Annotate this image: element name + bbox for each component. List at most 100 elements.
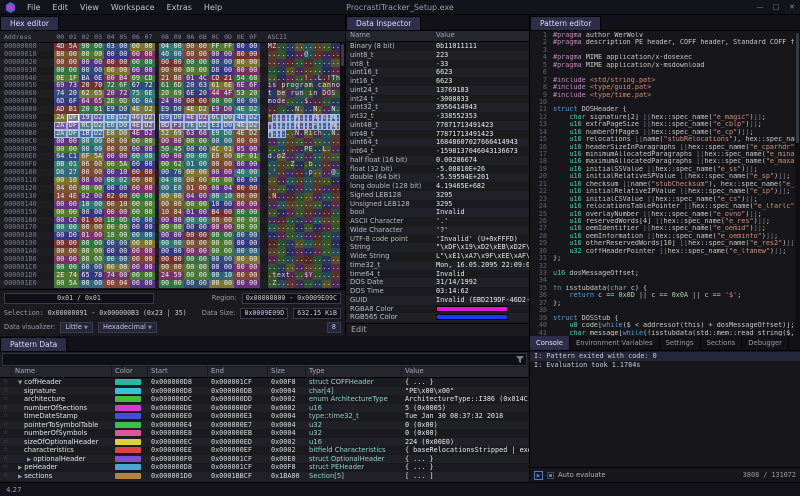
inspector-row[interactable]: UTF-8 code point'Invalid' (U+0xFFFD)	[346, 235, 529, 244]
evaluate-button[interactable]: ▶	[534, 471, 543, 480]
favorite-star-icon[interactable]: ☆	[0, 429, 12, 438]
tab-data-inspector[interactable]: Data Inspector	[346, 16, 421, 30]
region-value[interactable]: 0x00000000 - 0x0009E09C	[242, 293, 341, 304]
tab-debugger[interactable]: Debugger	[742, 336, 789, 350]
inspector-row[interactable]: String"\xDF\x19\xD2\xEB\xD2F\xD2..."	[346, 243, 529, 252]
menu-help[interactable]: Help	[198, 0, 228, 15]
inspector-row[interactable]: int24_t-3008033	[346, 95, 529, 104]
inspector-row[interactable]: DOS Time03:14:62	[346, 287, 529, 296]
inspector-row[interactable]: int16_t6623	[346, 77, 529, 86]
pattern-name[interactable]: numberOfSections	[12, 404, 112, 413]
favorite-star-icon[interactable]: ☆	[0, 455, 12, 464]
inspector-row[interactable]: Wide StringL"\xE1\xA7\x9F\xEE\xAF\x92...…	[346, 252, 529, 261]
favorite-star-icon[interactable]: ☆	[0, 387, 12, 396]
inspector-edit-button[interactable]: Edit	[346, 323, 529, 336]
inspector-row[interactable]: int64_t-1598137046043136673	[346, 147, 529, 156]
favorite-star-icon[interactable]: ☆	[0, 378, 12, 387]
editor-scrollbar-thumb[interactable]	[796, 33, 799, 143]
pattern-data-row[interactable]: ☆numberOfSymbols0x000000E80x000000EB0x00…	[0, 429, 529, 438]
favorite-star-icon[interactable]: ☆	[0, 472, 12, 481]
hex-byte-cell[interactable]: 00	[130, 280, 143, 288]
pattern-data-row[interactable]: ☆▶sections0x000001D00x0001BBCF0x1BA00Sec…	[0, 472, 529, 481]
inspector-row[interactable]: uint8_t223	[346, 51, 529, 60]
menu-view[interactable]: View	[74, 0, 105, 15]
pattern-data-column-header[interactable]: Type	[306, 367, 402, 377]
inspector-row[interactable]: time32_tMon, 16.05.2095 22:09:03	[346, 261, 529, 270]
menu-file[interactable]: File	[21, 0, 46, 15]
pattern-code-editor[interactable]: 1#pragma author WerWolv2#pragma descript…	[530, 31, 800, 336]
pattern-data-row[interactable]: ☆▶peHeader0x000000D80x000001CF0x00F8stru…	[0, 463, 529, 472]
page-selector[interactable]: 0x01 / 0x01	[4, 293, 154, 304]
hex-byte-cell[interactable]: 00	[104, 280, 117, 288]
hex-byte-cell[interactable]: 00	[54, 280, 67, 288]
pattern-data-row[interactable]: ☆architecture0x000000DC0x000000DD0x0002e…	[0, 395, 529, 404]
pattern-data-row[interactable]: ☆pointerToSymbolTable0x000000E40x000000E…	[0, 421, 529, 430]
inspector-row[interactable]: DOS Date31/14/1992	[346, 278, 529, 287]
favorite-star-icon[interactable]: ☆	[0, 446, 12, 455]
inspector-row[interactable]: Signed LEB1283295	[346, 191, 529, 200]
inspector-row[interactable]: time64_tInvalid	[346, 270, 529, 279]
maximize-button[interactable]: □	[768, 0, 784, 14]
hex-byte-cell[interactable]: 04	[117, 280, 130, 288]
tab-environment-variables[interactable]: Environment Variables	[570, 336, 660, 350]
inspector-row[interactable]: double (64 bit)-5.59594E+201	[346, 173, 529, 182]
pattern-data-column-header[interactable]: Color	[112, 367, 148, 377]
pattern-data-column-header[interactable]: Size	[268, 367, 306, 377]
pattern-data-row[interactable]: ☆▶optionalHeader0x000000F00x000001CF0x00…	[0, 455, 529, 464]
pattern-data-column-header[interactable]	[0, 367, 12, 377]
pattern-name[interactable]: numberOfSymbols	[12, 429, 112, 438]
inspector-row[interactable]: Unsigned LEB1283295	[346, 200, 529, 209]
tab-pattern-editor[interactable]: Pattern editor	[530, 16, 601, 30]
inspector-row[interactable]: GUIDInvalid (EBD219DF-46D2-E9D2-D04E-D26…	[346, 296, 529, 305]
favorite-star-icon[interactable]: ☆	[0, 404, 12, 413]
tab-sections[interactable]: Sections	[701, 336, 743, 350]
expand-arrow-icon[interactable]: ▶	[24, 457, 31, 463]
inspector-row[interactable]: int8_t-33	[346, 60, 529, 69]
pattern-name[interactable]: pointerToSymbolTable	[12, 421, 112, 430]
hex-byte-cell[interactable]: 00	[184, 280, 197, 288]
pattern-data-column-header[interactable]: End	[208, 367, 268, 377]
hex-byte-cell[interactable]: 00	[159, 280, 172, 288]
minimize-button[interactable]: —	[752, 0, 768, 14]
inspector-row[interactable]: float (32 bit)-5.08010E+26	[346, 165, 529, 174]
tab-pattern-data[interactable]: Pattern Data	[0, 337, 67, 351]
favorite-star-icon[interactable]: ☆	[0, 421, 12, 430]
hex-byte-cell[interactable]: 00	[247, 280, 260, 288]
inspector-row[interactable]: RGBA8 Color	[346, 305, 529, 314]
pattern-name[interactable]: timeDateStamp	[12, 412, 112, 421]
hex-byte-cell[interactable]: 00	[171, 280, 184, 288]
bytes-per-cell-select[interactable]: 8	[327, 322, 341, 333]
inspector-row[interactable]: RGB565 Color	[346, 313, 529, 322]
inspector-row[interactable]: boolInvalid	[346, 208, 529, 217]
inspector-row[interactable]: uint64_t16848607027666414943	[346, 138, 529, 147]
inspector-row[interactable]: Binary (8 bit)0b11011111	[346, 42, 529, 51]
editor-scrollbar[interactable]	[795, 31, 800, 336]
pattern-name[interactable]: sizeOfOptionalHeader	[12, 438, 112, 447]
inspector-row[interactable]: uint16_t6623	[346, 68, 529, 77]
menu-edit[interactable]: Edit	[46, 0, 74, 15]
pattern-data-row[interactable]: ☆signature0x000000D80x000000DB0x0004char…	[0, 387, 529, 396]
hex-byte-cell[interactable]: 00	[79, 280, 92, 288]
favorite-star-icon[interactable]: ☆	[0, 395, 12, 404]
format-select[interactable]: Hexadecimal ▼	[98, 322, 157, 333]
inspector-row[interactable]: uint24_t13769183	[346, 86, 529, 95]
inspector-row[interactable]: long double (128 bit)4.19465E+682	[346, 182, 529, 191]
endianness-select[interactable]: Little ▼	[60, 322, 93, 333]
pattern-data-column-header[interactable]: Value	[402, 367, 529, 377]
pattern-name[interactable]: ▶sections	[12, 472, 112, 481]
expand-arrow-icon[interactable]: ▶	[15, 474, 22, 480]
hex-byte-cell[interactable]: 5A	[67, 280, 80, 288]
expand-arrow-icon[interactable]: ▶	[15, 465, 22, 471]
pattern-data-row[interactable]: ☆timeDateStamp0x000000E00x000000E30x0004…	[0, 412, 529, 421]
close-button[interactable]: ✕	[784, 0, 800, 14]
pattern-data-filter-input[interactable]	[2, 353, 527, 366]
pattern-name[interactable]: characteristics	[12, 446, 112, 455]
pattern-data-row[interactable]: ☆characteristics0x000000EE0x000000EF0x00…	[0, 446, 529, 455]
hex-byte-cell[interactable]: 00	[234, 280, 247, 288]
inspector-row[interactable]: uint32_t3956414943	[346, 103, 529, 112]
inspector-row[interactable]: uint48_t77871713491423	[346, 121, 529, 130]
pattern-data-row[interactable]: ☆sizeOfOptionalHeader0x000000EC0x000000E…	[0, 438, 529, 447]
tab-hex-editor[interactable]: Hex editor	[0, 16, 59, 30]
hex-byte-cell[interactable]: 00	[197, 280, 210, 288]
auto-evaluate-checkbox[interactable]	[547, 472, 554, 479]
